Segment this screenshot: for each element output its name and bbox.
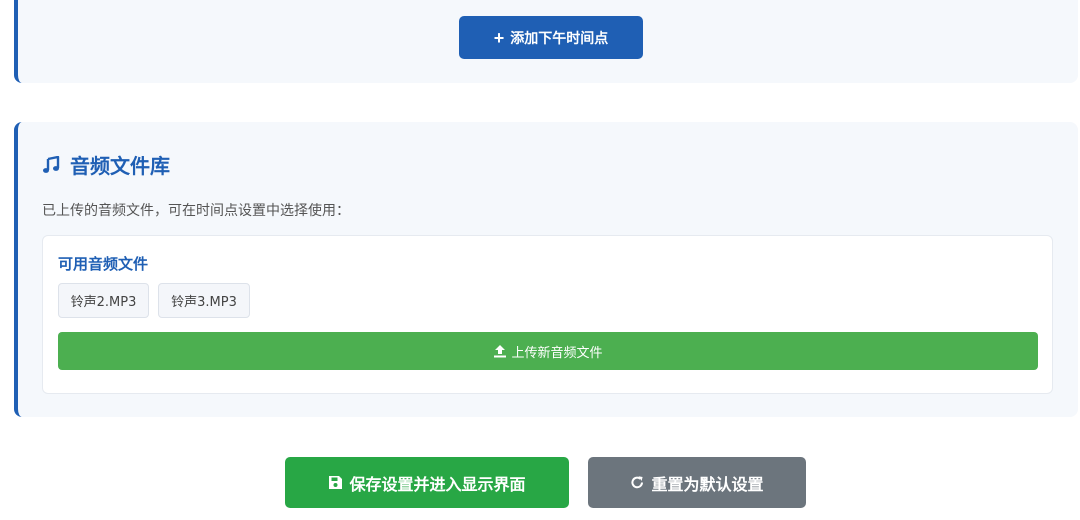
- save-and-display-button[interactable]: 保存设置并进入显示界面: [285, 457, 569, 508]
- add-afternoon-time-button[interactable]: + 添加下午时间点: [459, 16, 643, 59]
- audio-file-chip[interactable]: 铃声3.MP3: [158, 283, 250, 318]
- redo-icon: [630, 475, 645, 490]
- available-audio-title: 可用音频文件: [58, 255, 149, 273]
- upload-audio-button[interactable]: 上传新音频文件: [58, 332, 1038, 370]
- available-audio-card: 可用音频文件 铃声2.MP3 铃声3.MP3 上传新音频文件: [42, 235, 1053, 394]
- save-and-display-label: 保存设置并进入显示界面: [349, 476, 526, 494]
- afternoon-times-section: + 添加下午时间点: [14, 0, 1078, 83]
- music-note-icon: [42, 155, 60, 174]
- reset-defaults-button[interactable]: 重置为默认设置: [588, 457, 806, 508]
- audio-file-chip[interactable]: 铃声2.MP3: [58, 283, 149, 318]
- audio-library-description: 已上传的音频文件，可在时间点设置中选择使用：: [42, 203, 350, 219]
- reset-defaults-label: 重置为默认设置: [651, 476, 764, 494]
- upload-audio-label: 上传新音频文件: [511, 344, 603, 360]
- floppy-disk-icon: [328, 475, 343, 490]
- upload-icon: [493, 344, 507, 358]
- audio-library-title: 音频文件库: [70, 154, 170, 178]
- plus-icon: +: [493, 27, 505, 48]
- add-afternoon-time-label: 添加下午时间点: [510, 29, 609, 46]
- audio-library-heading: 音频文件库: [42, 150, 170, 179]
- audio-library-section: 音频文件库 已上传的音频文件，可在时间点设置中选择使用： 可用音频文件 铃声2.…: [14, 122, 1078, 417]
